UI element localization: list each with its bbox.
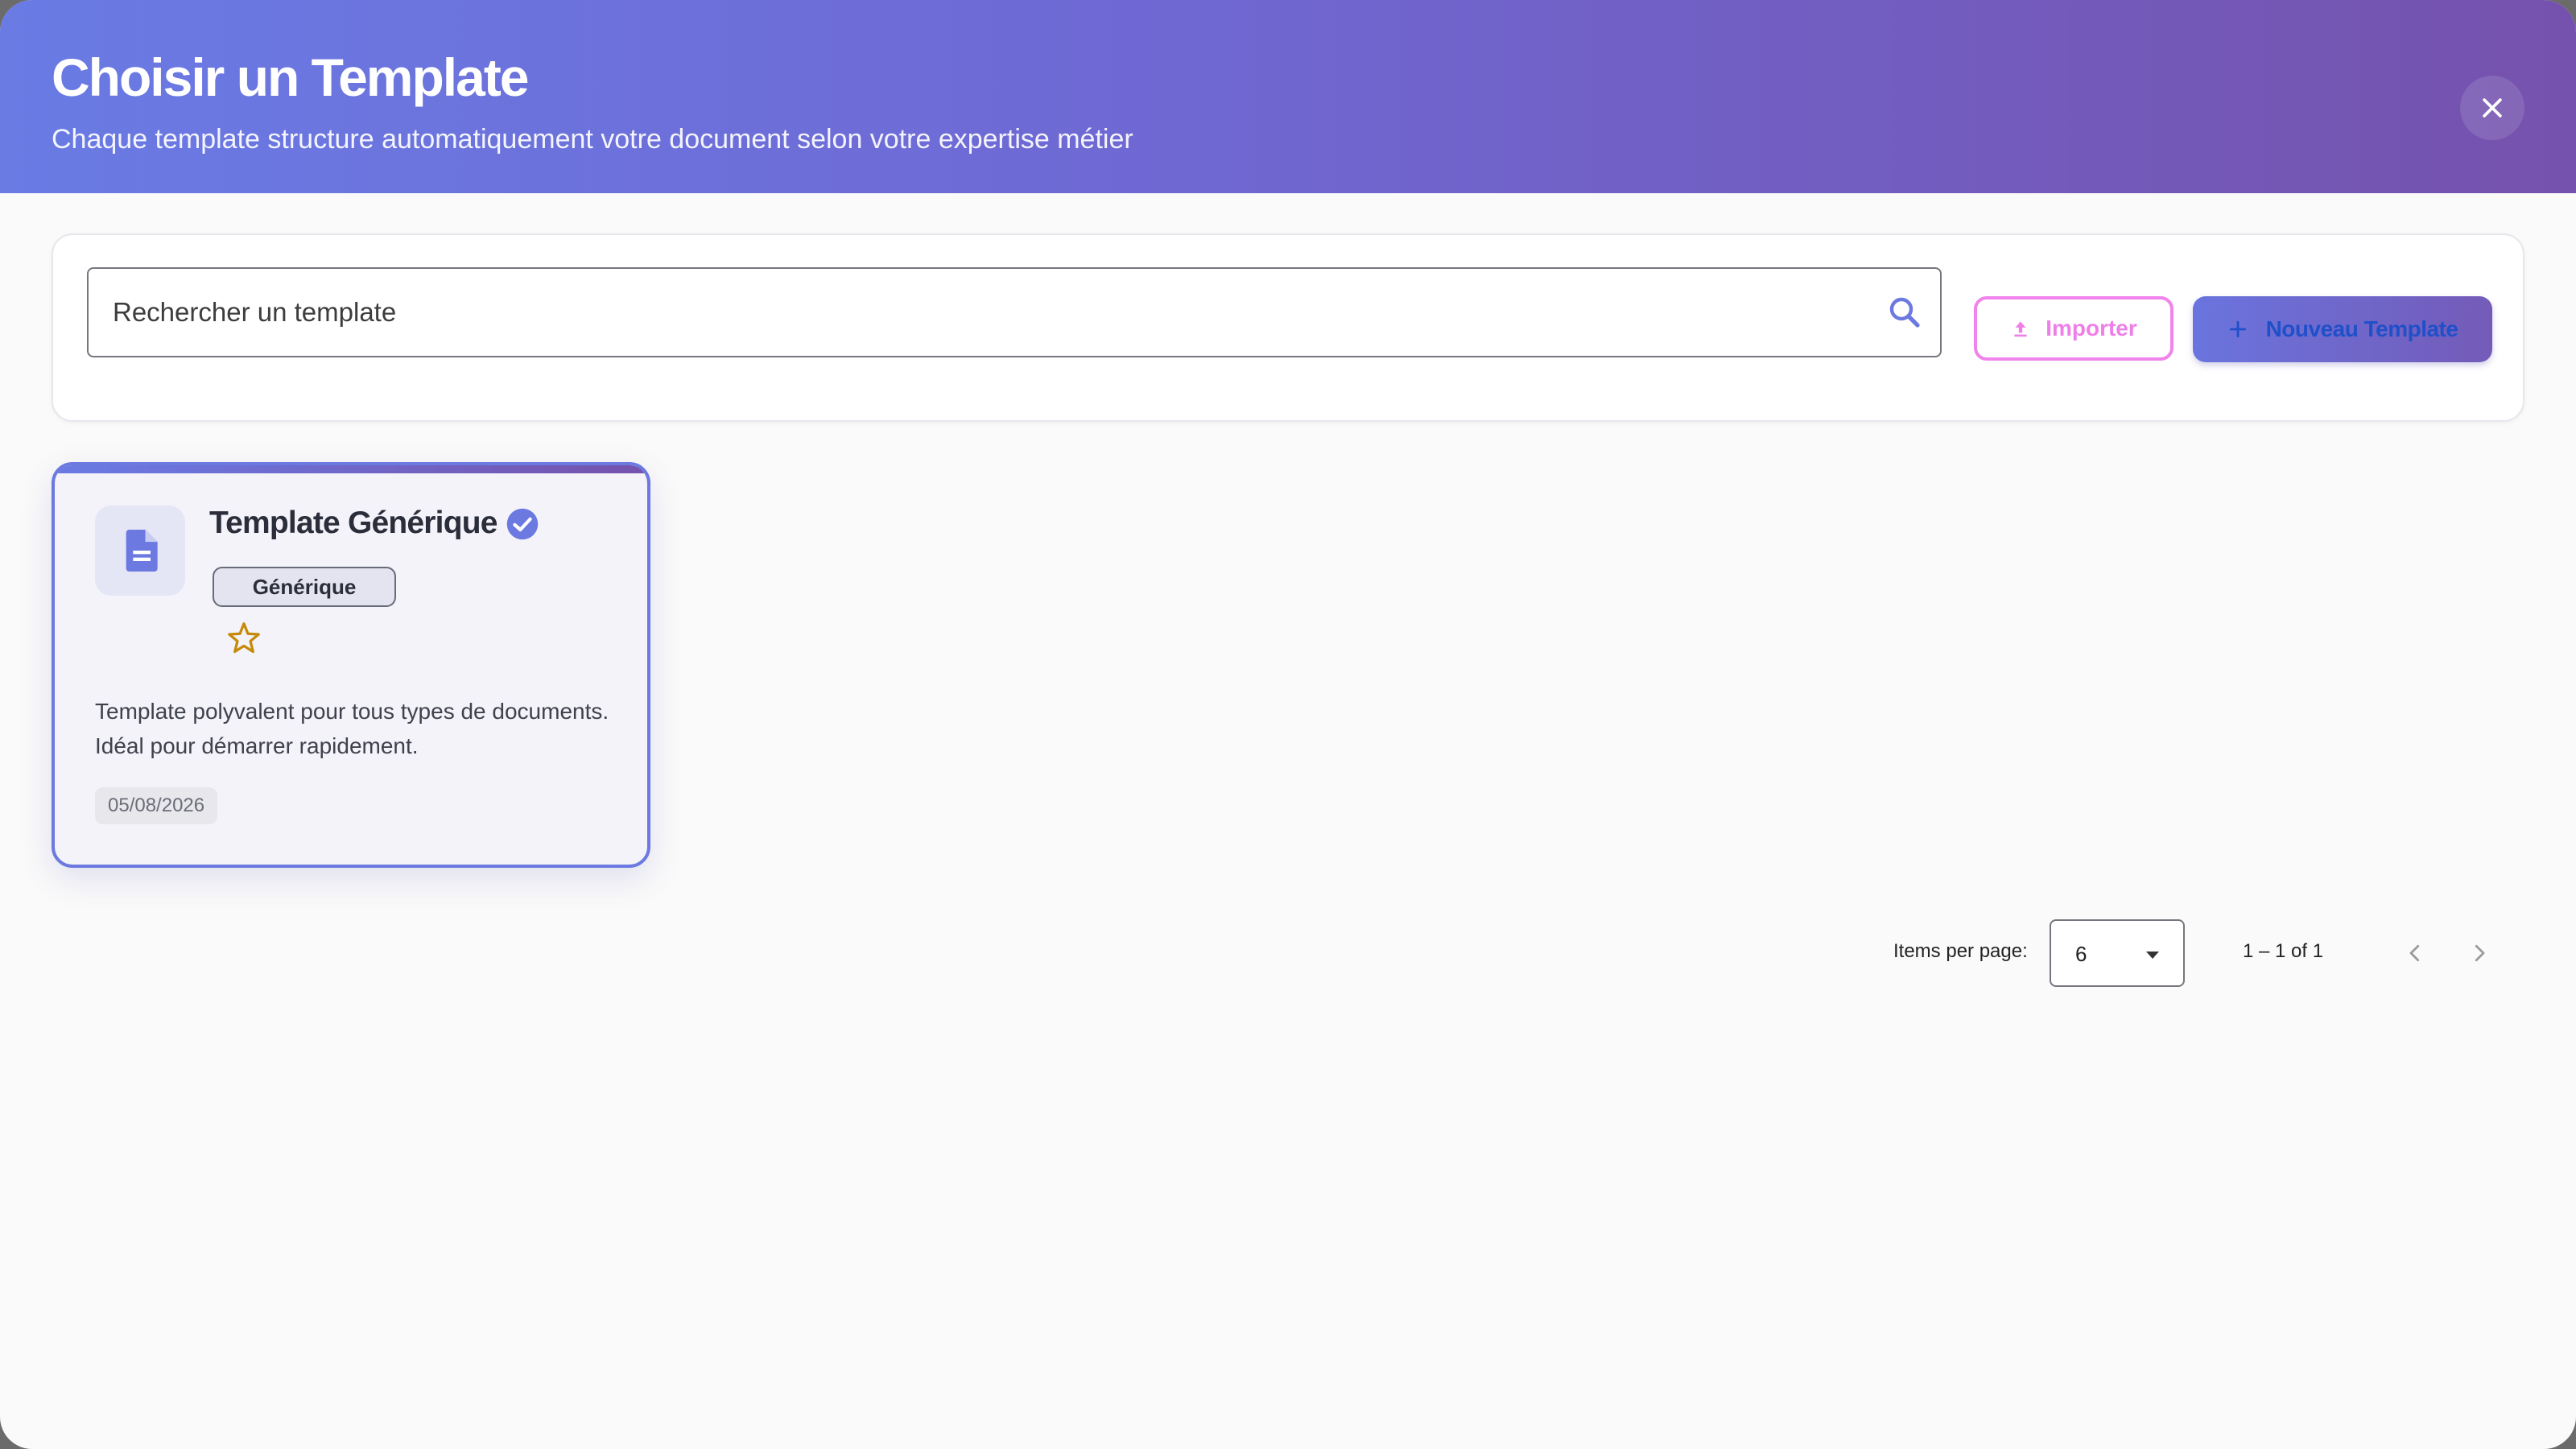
new-template-button-label: Nouveau Template: [2265, 316, 2458, 341]
dropdown-arrow-icon: [2146, 952, 2159, 959]
dialog-header: Choisir un Template Chaque template stru…: [0, 0, 2576, 193]
search-field[interactable]: [87, 267, 1942, 357]
new-template-button[interactable]: Nouveau Template: [2193, 296, 2492, 362]
verified-icon: [506, 508, 539, 540]
close-button[interactable]: [2460, 76, 2524, 140]
import-button[interactable]: Importer: [1974, 296, 2174, 361]
dialog-subtitle: Chaque template structure automatiquemen…: [52, 124, 1133, 155]
template-description: Template polyvalent pour tous types de d…: [95, 699, 609, 758]
close-icon: [2483, 98, 2502, 118]
next-page-button[interactable]: [2460, 934, 2499, 972]
plus-icon: [2229, 320, 2246, 338]
search-input[interactable]: [111, 269, 1866, 356]
dialog-title: Choisir un Template: [52, 47, 530, 107]
page-size-select[interactable]: 6: [2050, 919, 2185, 987]
template-date: 05/08/2026: [95, 787, 218, 824]
search-icon[interactable]: [1885, 293, 1924, 332]
category-badge: Générique: [213, 567, 396, 607]
template-title: Template Générique: [209, 506, 497, 540]
star-icon[interactable]: [225, 620, 262, 657]
toolbar-card: Importer Nouveau Template: [52, 233, 2524, 422]
chevron-left-icon: [2409, 944, 2420, 962]
import-button-label: Importer: [2046, 316, 2137, 341]
template-icon-box: [95, 506, 185, 596]
card-accent-bar: [55, 465, 647, 473]
template-picker-dialog: Choisir un Template Chaque template stru…: [0, 0, 2576, 1449]
previous-page-button[interactable]: [2396, 934, 2434, 972]
chevron-right-icon: [2475, 944, 2485, 962]
template-card[interactable]: Template Générique Générique Template po…: [52, 462, 650, 868]
upload-icon: [2014, 321, 2027, 337]
items-per-page-label: Items per page:: [1893, 940, 2028, 962]
document-icon: [126, 530, 158, 572]
page-size-value: 6: [2075, 942, 2087, 966]
page-range-label: 1 – 1 of 1: [2243, 940, 2324, 962]
